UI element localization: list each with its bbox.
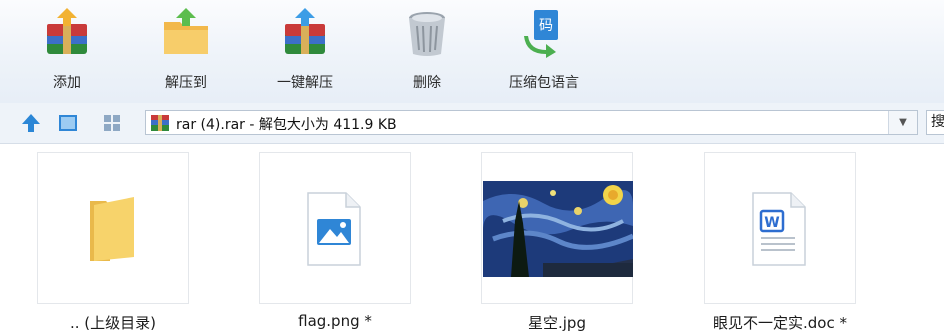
word-file-icon: W	[752, 192, 806, 266]
add-archive-icon	[47, 8, 87, 54]
add-button[interactable]: 添加	[36, 0, 98, 103]
chevron-down-icon: ▼	[899, 117, 907, 128]
archive-language-button[interactable]: 码 压缩包语言	[494, 0, 594, 103]
archive-language-icon: 码	[524, 10, 558, 58]
svg-text:码: 码	[539, 18, 553, 34]
path-field[interactable]: rar (4).rar - 解包大小为 411.9 KB ▼	[145, 110, 918, 135]
file-item-parent[interactable]	[37, 152, 189, 304]
extract-to-button[interactable]: 解压到	[150, 0, 222, 103]
one-click-extract-icon	[285, 8, 325, 54]
up-arrow-icon[interactable]	[20, 112, 42, 134]
file-name: 星空.jpg	[528, 314, 586, 332]
one-click-extract-button[interactable]: 一键解压	[264, 0, 346, 103]
path-text: rar (4).rar - 解包大小为 411.9 KB	[176, 117, 397, 133]
folder-icon	[90, 197, 134, 261]
file-name: 眼见不一定实.doc *	[713, 314, 847, 332]
delete-button[interactable]: 删除	[396, 0, 458, 103]
one-click-extract-label: 一键解压	[277, 75, 333, 91]
file-name: flag.png *	[298, 312, 372, 330]
archive-language-label: 压缩包语言	[509, 75, 579, 91]
grid-view-icon[interactable]	[101, 112, 123, 134]
extract-to-label: 解压到	[165, 75, 207, 91]
add-label: 添加	[53, 75, 81, 91]
trash-icon	[409, 12, 445, 56]
toolbar: 添加 解压到 一键解压 删除 码 压缩包语言	[0, 0, 944, 104]
file-item-flag-png[interactable]	[259, 152, 411, 304]
archive-icon	[151, 115, 169, 131]
starry-night-thumbnail	[483, 181, 633, 277]
address-bar: rar (4).rar - 解包大小为 411.9 KB ▼ 搜	[0, 103, 944, 144]
delete-label: 删除	[413, 75, 441, 91]
single-view-icon[interactable]	[57, 112, 79, 134]
svg-text:W: W	[764, 215, 779, 231]
file-item-doc[interactable]: W	[704, 152, 856, 304]
extract-folder-icon	[164, 8, 208, 54]
path-dropdown-button[interactable]: ▼	[888, 111, 917, 134]
search-input[interactable]: 搜	[926, 110, 944, 135]
file-list: .. (上级目录) flag.png * 星空.jpg W 眼见不一定实.doc…	[0, 144, 944, 336]
file-name: .. (上级目录)	[69, 314, 156, 332]
png-file-icon	[307, 192, 361, 266]
file-item-starry-jpg[interactable]	[481, 152, 633, 304]
